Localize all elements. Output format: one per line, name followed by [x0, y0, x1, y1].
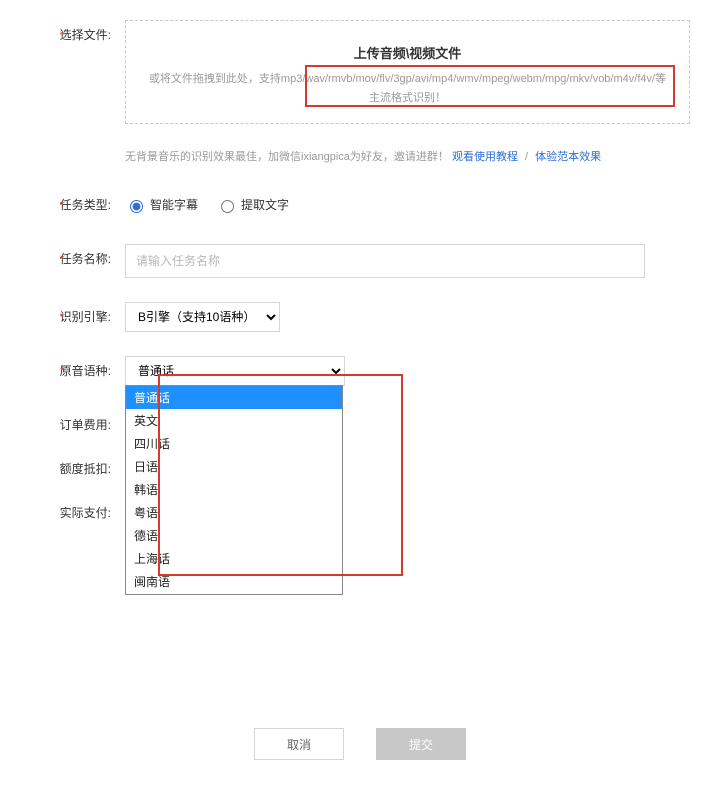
link-sample[interactable]: 体验范本效果	[535, 151, 601, 163]
language-listbox[interactable]: 普通话英文四川话日语韩语粤语德语上海话闽南语东北话	[125, 385, 343, 595]
language-option[interactable]: 四川话	[126, 432, 342, 455]
language-select[interactable]: 普通话	[125, 356, 345, 386]
language-option[interactable]: 粤语	[126, 501, 342, 524]
language-option[interactable]: 韩语	[126, 478, 342, 501]
label-task-type: 任务类型:	[30, 190, 125, 220]
label-engine: 识别引擎:	[30, 302, 125, 332]
label-actual-pay: 实际支付:	[30, 498, 125, 528]
radio-extract-text[interactable]: 提取文字	[216, 190, 289, 220]
language-option[interactable]: 英文	[126, 409, 342, 432]
tip-text: 无背景音乐的识别效果最佳，加微信ixiangpica为好友，邀请进群！	[125, 151, 449, 163]
radio-extract-text-label: 提取文字	[241, 190, 289, 220]
link-tutorial[interactable]: 观看使用教程	[452, 151, 518, 163]
language-option[interactable]: 普通话	[126, 386, 342, 409]
label-quota-deduct: 额度抵扣:	[30, 454, 125, 484]
radio-smart-subtitle-input[interactable]	[130, 200, 143, 213]
submit-button[interactable]: 提交	[376, 728, 466, 760]
task-name-input[interactable]	[125, 244, 645, 278]
label-task-name: 任务名称:	[30, 244, 125, 274]
language-option[interactable]: 闽南语	[126, 570, 342, 593]
radio-smart-subtitle[interactable]: 智能字幕	[125, 190, 198, 220]
label-source-lang: 原音语种:	[30, 356, 125, 386]
engine-select[interactable]: B引擎（支持10语种）	[125, 302, 280, 332]
label-order-cost: 订单费用:	[30, 410, 125, 440]
language-option[interactable]: 上海话	[126, 547, 342, 570]
radio-smart-subtitle-label: 智能字幕	[150, 190, 198, 220]
language-option[interactable]: 日语	[126, 455, 342, 478]
cancel-button[interactable]: 取消	[254, 728, 344, 760]
language-option[interactable]: 德语	[126, 524, 342, 547]
upload-dropzone[interactable]: 上传音频\视频文件 或将文件拖拽到此处，支持mp3/wav/rmvb/mov/f…	[125, 20, 690, 124]
tip-row: 无背景音乐的识别效果最佳，加微信ixiangpica为好友，邀请进群！ 观看使用…	[125, 148, 690, 164]
label-select-file: 选择文件:	[30, 20, 125, 50]
language-option[interactable]: 东北话	[126, 593, 342, 595]
upload-subtitle: 或将文件拖拽到此处，支持mp3/wav/rmvb/mov/flv/3gp/avi…	[144, 70, 671, 107]
upload-title: 上传音频\视频文件	[144, 43, 671, 62]
tip-separator: /	[525, 151, 528, 163]
radio-extract-text-input[interactable]	[221, 200, 234, 213]
